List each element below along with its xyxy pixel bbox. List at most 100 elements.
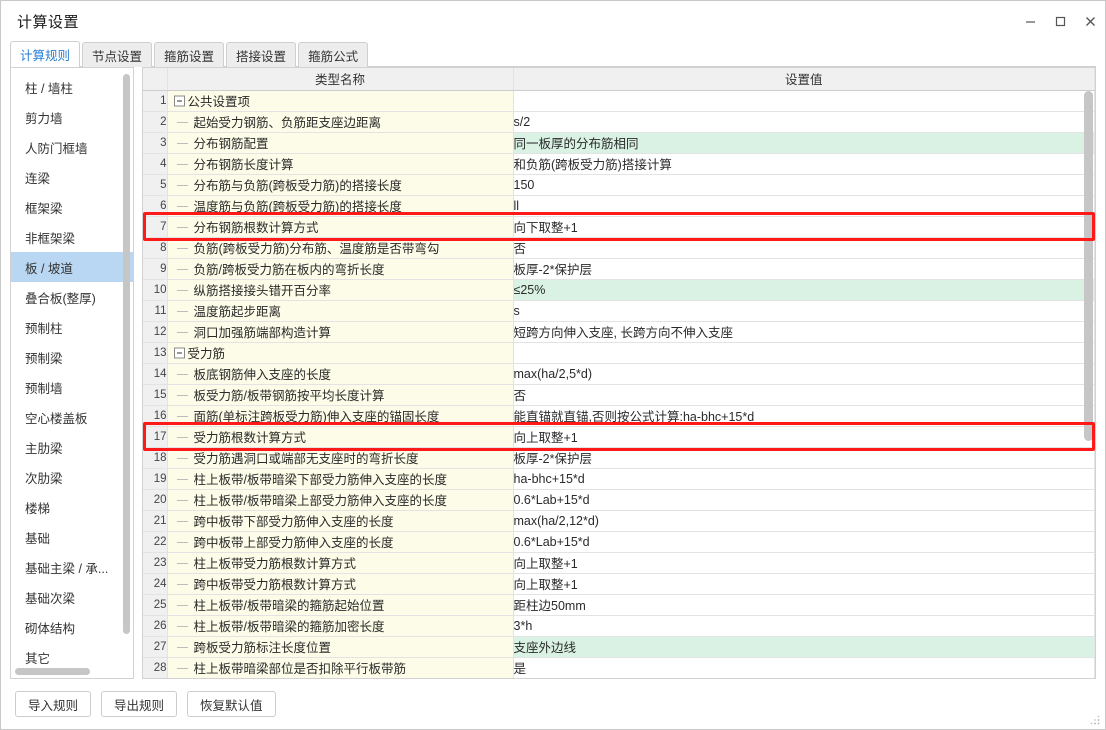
table-row[interactable]: 7 分布钢筋根数计算方式 向下取整+1 (143, 216, 1095, 238)
sidebar-vertical-scroll-thumb[interactable] (123, 74, 130, 634)
table-row[interactable]: 8 负筋(跨板受力筋)分布筋、温度筋是否带弯勾 否 (143, 237, 1095, 259)
sidebar-item-16[interactable]: 基础主梁 / 承... (11, 552, 133, 582)
sidebar-item-10[interactable]: 预制墙 (11, 372, 133, 402)
cell-setting-value[interactable]: 向下取整+1 (513, 216, 1095, 238)
table-row[interactable]: 15 板受力筋/板带钢筋按平均长度计算 否 (143, 384, 1095, 406)
cell-setting-value[interactable]: 否 (513, 384, 1095, 406)
maximize-button[interactable] (1045, 1, 1075, 41)
cell-setting-value[interactable]: 板厚-2*保护层 (513, 258, 1095, 280)
tab-2[interactable]: 箍筋设置 (154, 42, 225, 67)
collapse-minus-icon[interactable] (173, 95, 185, 106)
table-row[interactable]: 14 板底钢筋伸入支座的长度 max(ha/2,5*d) (143, 363, 1095, 385)
import-rules-button[interactable]: 导入规则 (15, 691, 92, 717)
sidebar-item-11[interactable]: 空心楼盖板 (11, 402, 133, 432)
cell-setting-value[interactable]: 板厚-2*保护层 (513, 447, 1095, 469)
table-row[interactable]: 26 柱上板带/板带暗梁的箍筋加密长度 3*h (143, 615, 1095, 637)
table-row[interactable]: 10 纵筋搭接接头错开百分率 ≤25% (143, 279, 1095, 301)
cell-setting-value[interactable]: ha-bhc+15*d (513, 468, 1095, 490)
close-button[interactable] (1075, 1, 1105, 41)
table-row[interactable]: 2 起始受力钢筋、负筋距支座边距离 s/2 (143, 111, 1095, 133)
export-rules-button[interactable]: 导出规则 (101, 691, 178, 717)
table-row[interactable]: 18 受力筋遇洞口或端部无支座时的弯折长度 板厚-2*保护层 (143, 447, 1095, 469)
cell-setting-value[interactable] (513, 90, 1095, 112)
table-row[interactable]: 5 分布筋与负筋(跨板受力筋)的搭接长度 150 (143, 174, 1095, 196)
table-row[interactable]: 1 公共设置项 (143, 90, 1095, 112)
component-list-sidebar[interactable]: 柱 / 墙柱 剪力墙 人防门框墙 连梁 框架梁 非框架梁板 / 坡道 叠合板(整厚) 预制柱预… (10, 67, 134, 679)
sidebar-item-3[interactable]: 连梁 (11, 162, 133, 192)
tab-1[interactable]: 节点设置 (82, 42, 153, 67)
cell-setting-value[interactable]: ≤25% (513, 279, 1095, 301)
cell-type-name: 温度筋与负筋(跨板受力筋)的搭接长度 (167, 195, 514, 217)
grid-vertical-scroll-thumb[interactable] (1084, 91, 1093, 441)
cell-setting-value[interactable]: 能直锚就直锚,否则按公式计算:ha-bhc+15*d (513, 405, 1095, 427)
cell-setting-value[interactable]: 150 (513, 174, 1095, 196)
table-row[interactable]: 12 洞口加强筋端部构造计算 短跨方向伸入支座, 长跨方向不伸入支座 (143, 321, 1095, 343)
cell-setting-value[interactable]: 向上取整+1 (513, 552, 1095, 574)
table-row[interactable]: 24 跨中板带受力筋根数计算方式 向上取整+1 (143, 573, 1095, 595)
cell-setting-value[interactable]: s/2 (513, 111, 1095, 133)
table-row[interactable]: 9 负筋/跨板受力筋在板内的弯折长度 板厚-2*保护层 (143, 258, 1095, 280)
cell-setting-value[interactable]: 3*h (513, 615, 1095, 637)
cell-setting-value[interactable]: 距柱边50mm (513, 594, 1095, 616)
table-row[interactable]: 25 柱上板带/板带暗梁的箍筋起始位置 距柱边50mm (143, 594, 1095, 616)
cell-setting-value[interactable]: 向上取整+1 (513, 573, 1095, 595)
table-row[interactable]: 21 跨中板带下部受力筋伸入支座的长度 max(ha/2,12*d) (143, 510, 1095, 532)
cell-setting-value[interactable]: ll (513, 195, 1095, 217)
sidebar-item-18[interactable]: 砌体结构 (11, 612, 133, 642)
restore-defaults-button[interactable]: 恢复默认值 (187, 691, 276, 717)
grid-vertical-scrollbar[interactable] (1084, 91, 1093, 676)
sidebar-item-19[interactable]: 其它 (11, 642, 133, 666)
table-row[interactable]: 3 分布钢筋配置 同一板厚的分布筋相同 (143, 132, 1095, 154)
sidebar-item-8[interactable]: 预制柱 (11, 312, 133, 342)
sidebar-horizontal-scroll-thumb[interactable] (15, 668, 90, 675)
cell-setting-value[interactable]: 否 (513, 237, 1095, 259)
cell-setting-value[interactable]: 0.6*Lab+15*d (513, 531, 1095, 553)
settings-grid[interactable]: 类型名称 设置值 1 公共设置项 2 起始受力钢筋、负筋距支座边距离 s/2 3 分布钢筋配… (143, 68, 1095, 678)
sidebar-horizontal-scrollbar[interactable] (15, 668, 129, 675)
cell-setting-value[interactable]: 短跨方向伸入支座, 长跨方向不伸入支座 (513, 321, 1095, 343)
cell-setting-value[interactable]: 是 (513, 657, 1095, 678)
cell-setting-value[interactable]: max(ha/2,5*d) (513, 363, 1095, 385)
cell-setting-value[interactable]: s (513, 300, 1095, 322)
table-row[interactable]: 23 柱上板带受力筋根数计算方式 向上取整+1 (143, 552, 1095, 574)
sidebar-item-0[interactable]: 柱 / 墙柱 (11, 72, 133, 102)
table-row[interactable]: 27 跨板受力筋标注长度位置 支座外边线 (143, 636, 1095, 658)
cell-setting-value[interactable]: 支座外边线 (513, 636, 1095, 658)
tab-3[interactable]: 搭接设置 (226, 42, 297, 67)
sidebar-item-17[interactable]: 基础次梁 (11, 582, 133, 612)
cell-setting-value[interactable]: 0.6*Lab+15*d (513, 489, 1095, 511)
table-row[interactable]: 17 受力筋根数计算方式 向上取整+1 (143, 426, 1095, 448)
sidebar-vertical-scrollbar[interactable] (123, 74, 130, 662)
table-row[interactable]: 28 柱上板带暗梁部位是否扣除平行板带筋 是 (143, 657, 1095, 678)
table-row[interactable]: 13 受力筋 (143, 342, 1095, 364)
table-row[interactable]: 11 温度筋起步距离 s (143, 300, 1095, 322)
table-row[interactable]: 6 温度筋与负筋(跨板受力筋)的搭接长度 ll (143, 195, 1095, 217)
cell-setting-value[interactable]: 向上取整+1 (513, 426, 1095, 448)
sidebar-item-14[interactable]: 楼梯 (11, 492, 133, 522)
sidebar-item-13[interactable]: 次肋梁 (11, 462, 133, 492)
cell-setting-value[interactable]: 同一板厚的分布筋相同 (513, 132, 1095, 154)
sidebar-item-5[interactable]: 非框架梁 (11, 222, 133, 252)
tab-4[interactable]: 箍筋公式 (298, 42, 369, 67)
sidebar-item-7[interactable]: 叠合板(整厚) (11, 282, 133, 312)
sidebar-item-1[interactable]: 剪力墙 (11, 102, 133, 132)
table-row[interactable]: 19 柱上板带/板带暗梁下部受力筋伸入支座的长度 ha-bhc+15*d (143, 468, 1095, 490)
table-row[interactable]: 16 面筋(单标注跨板受力筋)伸入支座的锚固长度 能直锚就直锚,否则按公式计算:ha… (143, 405, 1095, 427)
collapse-minus-icon[interactable] (173, 347, 185, 358)
sidebar-item-6[interactable]: 板 / 坡道 (11, 252, 133, 282)
tab-label: 箍筋公式 (308, 49, 359, 64)
sidebar-item-12[interactable]: 主肋梁 (11, 432, 133, 462)
sidebar-item-15[interactable]: 基础 (11, 522, 133, 552)
sidebar-item-2[interactable]: 人防门框墙 (11, 132, 133, 162)
resize-grip[interactable] (1089, 714, 1101, 726)
table-row[interactable]: 22 跨中板带上部受力筋伸入支座的长度 0.6*Lab+15*d (143, 531, 1095, 553)
cell-setting-value[interactable] (513, 342, 1095, 364)
sidebar-item-9[interactable]: 预制梁 (11, 342, 133, 372)
sidebar-item-4[interactable]: 框架梁 (11, 192, 133, 222)
cell-setting-value[interactable]: 和负筋(跨板受力筋)搭接计算 (513, 153, 1095, 175)
minimize-button[interactable] (1015, 1, 1045, 41)
table-row[interactable]: 4 分布钢筋长度计算 和负筋(跨板受力筋)搭接计算 (143, 153, 1095, 175)
table-row[interactable]: 20 柱上板带/板带暗梁上部受力筋伸入支座的长度 0.6*Lab+15*d (143, 489, 1095, 511)
tab-0[interactable]: 计算规则 (10, 41, 81, 67)
cell-setting-value[interactable]: max(ha/2,12*d) (513, 510, 1095, 532)
